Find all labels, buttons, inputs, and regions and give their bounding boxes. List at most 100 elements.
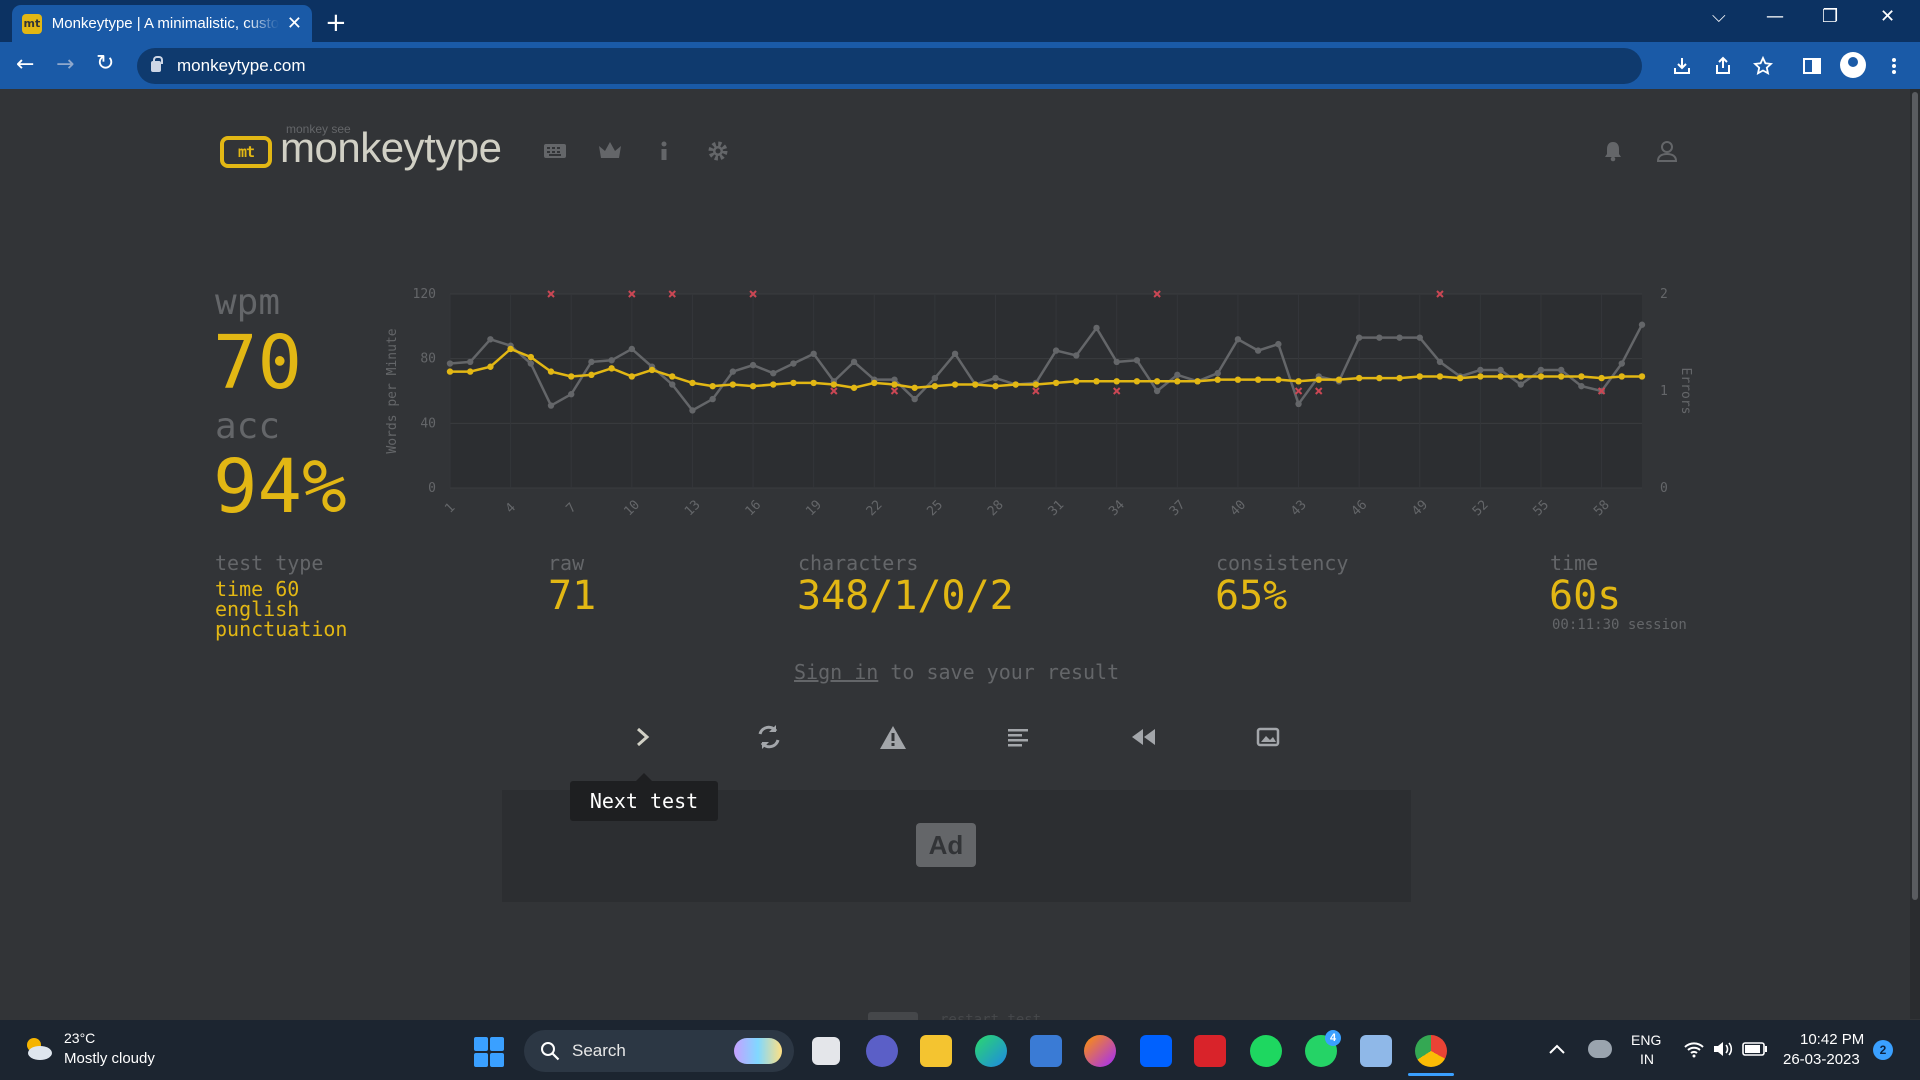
acc-value[interactable]: 94% [213,444,347,530]
spotify-icon[interactable] [1250,1035,1282,1067]
menu-icon[interactable] [1884,56,1904,76]
clock-date[interactable]: 26-03-2023 [1783,1051,1860,1068]
chart-point-wpm [487,363,494,370]
user-icon[interactable] [1656,140,1678,162]
chart-point-raw [1477,366,1484,374]
chart-point-raw [467,358,474,366]
chart-point-raw [1638,321,1646,328]
notification-count[interactable]: 2 [1873,1040,1893,1060]
chart-point-wpm [1557,373,1565,380]
forward-button[interactable]: → [56,52,74,77]
start-button[interactable] [474,1037,504,1067]
report-warning-icon[interactable] [877,723,909,751]
share-icon[interactable] [1713,56,1733,76]
chart-point-wpm [1275,376,1282,383]
chart-point-wpm [507,345,514,353]
volume-icon[interactable] [1712,1040,1734,1058]
chart-point-raw [992,374,999,382]
tab-search-dropdown-icon[interactable]: ⌵ [1712,6,1726,27]
chart-point-raw [608,357,615,364]
battery-icon[interactable] [1742,1042,1768,1056]
back-button[interactable]: ← [16,52,34,77]
edge-icon[interactable] [975,1035,1007,1067]
taskbar-search[interactable]: Search [524,1030,794,1072]
chart-point-raw [1557,366,1565,374]
browser-tab[interactable]: mt Monkeytype | A minimalistic, customiz… [12,5,312,42]
taskbar-search-text[interactable]: Search [572,1041,626,1061]
wps-office-icon[interactable] [1194,1035,1226,1067]
chart-point-wpm [891,381,898,388]
chart-point-wpm [1234,376,1242,383]
wpm-label: wpm [215,282,281,323]
address-bar[interactable]: monkeytype.com [137,48,1642,84]
star-icon[interactable] [1753,56,1773,76]
task-view-icon[interactable] [812,1037,840,1065]
firefox-icon[interactable] [1084,1035,1116,1067]
dropbox-icon[interactable] [1140,1035,1172,1067]
new-tab-button[interactable]: + [325,8,347,38]
chart-point-wpm [850,384,858,391]
bell-icon[interactable] [1603,140,1623,162]
chart-xtick-label: 4 [503,500,519,516]
chart-xtick-label: 55 [1530,498,1552,520]
chart-point-wpm [709,382,716,390]
install-icon[interactable] [1672,56,1692,76]
chart-point-raw [1295,400,1302,408]
chart-point-wpm [1153,378,1161,385]
crown-icon[interactable] [597,140,623,162]
minimize-button[interactable]: — [1766,6,1784,27]
wpm-value[interactable]: 70 [213,320,302,406]
restore-button[interactable]: ❐ [1822,6,1838,27]
restart-test-button[interactable] [753,723,785,751]
language-code[interactable]: ENG [1631,1032,1661,1048]
chart-point-raw [749,361,757,369]
store-icon[interactable] [1030,1035,1062,1067]
consistency-value[interactable]: 65% [1215,573,1287,619]
photos-app-icon[interactable] [1360,1035,1392,1067]
footer-hint-text: restart test [940,1012,1042,1020]
next-test-button[interactable] [627,725,659,749]
scrollbar-thumb[interactable] [1912,92,1918,900]
weather-description[interactable]: Mostly cloudy [64,1050,155,1067]
logo-text[interactable]: monkeytype [280,124,502,172]
signin-link[interactable]: Sign in [794,660,878,684]
replay-rewind-icon[interactable] [1127,725,1159,749]
whatsapp-badge: 4 [1325,1030,1341,1046]
language-region[interactable]: IN [1640,1051,1654,1067]
info-icon[interactable] [657,140,671,162]
search-highlight-icon [734,1038,782,1064]
raw-value[interactable]: 71 [548,573,596,619]
url-text[interactable]: monkeytype.com [177,56,306,76]
close-window-button[interactable]: ✕ [1880,6,1895,27]
chrome-icon[interactable] [1415,1035,1447,1067]
chart-xtick-label: 40 [1227,498,1249,520]
lock-icon[interactable] [151,55,163,72]
chart-xtick-label: 34 [1106,497,1128,519]
gear-icon[interactable] [707,140,729,162]
words-history-icon[interactable] [1002,725,1034,749]
tab-close-icon[interactable]: ✕ [287,13,302,34]
file-explorer-icon[interactable] [920,1035,952,1067]
screenshot-image-icon[interactable] [1252,725,1284,749]
chart-xtick-label: 25 [924,498,946,520]
teams-chat-icon[interactable] [866,1035,898,1067]
onedrive-icon[interactable] [1588,1040,1612,1058]
clock-time[interactable]: 10:42 PM [1800,1031,1864,1048]
profile-icon[interactable] [1840,52,1866,78]
weather-cloud-icon[interactable] [22,1033,54,1063]
wifi-icon[interactable] [1683,1040,1705,1058]
weather-temperature[interactable]: 23°C [64,1030,95,1046]
keyboard-icon[interactable] [543,142,567,160]
time-value[interactable]: 60s [1549,573,1621,619]
session-time: 00:11:30 session [1552,617,1687,633]
chart-point-wpm [1355,374,1363,382]
chart-point-wpm [1598,374,1605,382]
wpm-chart[interactable]: 040801200121 4 7 10 13 16 19 22 25 28 31 34 37 40 43 46… [380,280,1710,540]
windows-taskbar [0,1020,1920,1080]
sidepanel-icon[interactable] [1802,56,1822,76]
characters-value[interactable]: 348/1/0/2 [797,573,1014,619]
logo-mark-icon[interactable]: mt [220,136,272,168]
chevron-up-icon[interactable] [1548,1042,1566,1056]
active-app-indicator [1408,1073,1454,1076]
reload-button[interactable]: ↻ [96,51,114,76]
